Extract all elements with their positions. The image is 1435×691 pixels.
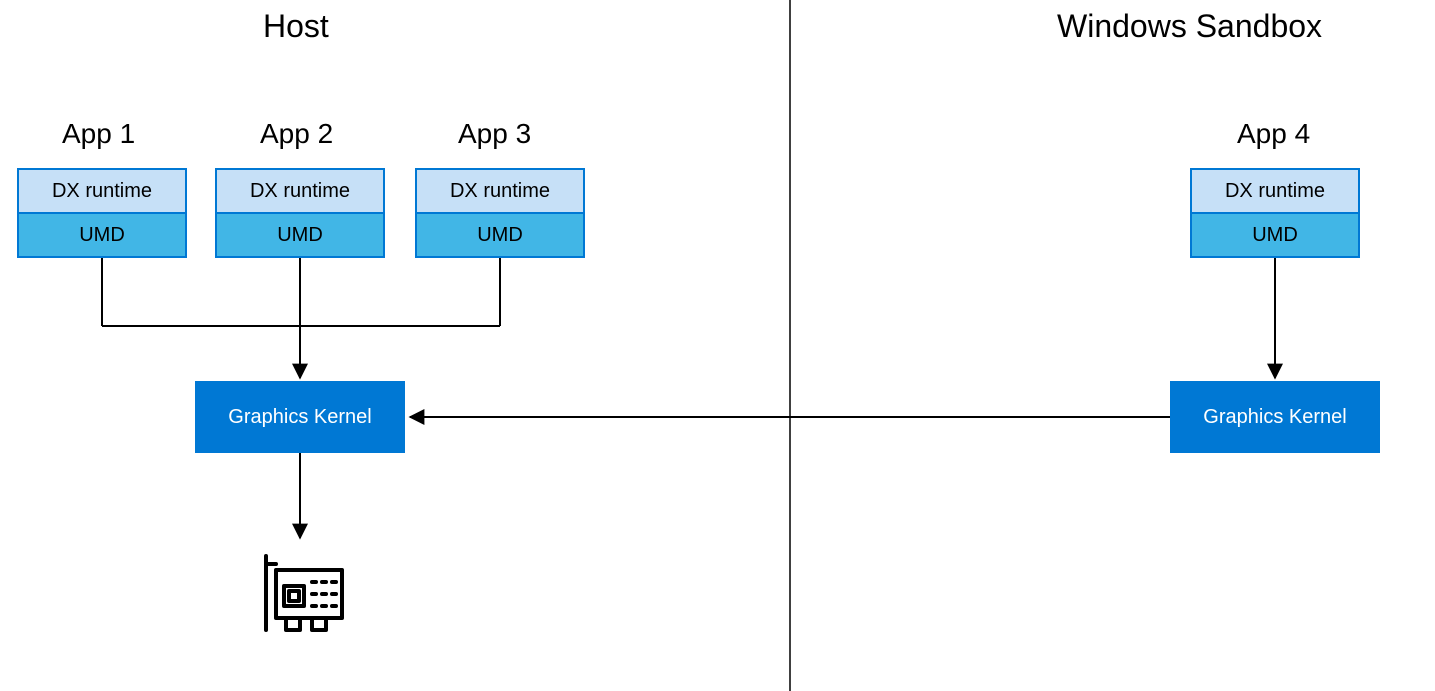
- app2-dx-box: DX runtime: [215, 168, 385, 214]
- app1-dx-box: DX runtime: [17, 168, 187, 214]
- app3-label: App 3: [458, 118, 531, 150]
- kernel-label: Graphics Kernel: [1203, 406, 1346, 429]
- kernel-label: Graphics Kernel: [228, 406, 371, 429]
- umd-label: UMD: [477, 224, 523, 247]
- app4-dx-box: DX runtime: [1190, 168, 1360, 214]
- app4-label: App 4: [1237, 118, 1310, 150]
- dx-label: DX runtime: [450, 180, 550, 203]
- host-title: Host: [263, 8, 329, 45]
- umd-label: UMD: [79, 224, 125, 247]
- app1-label: App 1: [62, 118, 135, 150]
- connector-lines: [0, 0, 1435, 691]
- dx-label: DX runtime: [250, 180, 350, 203]
- app1-umd-box: UMD: [17, 212, 187, 258]
- app2-label: App 2: [260, 118, 333, 150]
- sandbox-graphics-kernel-box: Graphics Kernel: [1170, 381, 1380, 453]
- app3-dx-box: DX runtime: [415, 168, 585, 214]
- umd-label: UMD: [1252, 224, 1298, 247]
- app4-umd-box: UMD: [1190, 212, 1360, 258]
- host-graphics-kernel-box: Graphics Kernel: [195, 381, 405, 453]
- dx-label: DX runtime: [52, 180, 152, 203]
- dx-label: DX runtime: [1225, 180, 1325, 203]
- app3-umd-box: UMD: [415, 212, 585, 258]
- gpu-hardware-icon: [252, 550, 352, 655]
- sandbox-title: Windows Sandbox: [1057, 8, 1322, 45]
- app2-umd-box: UMD: [215, 212, 385, 258]
- umd-label: UMD: [277, 224, 323, 247]
